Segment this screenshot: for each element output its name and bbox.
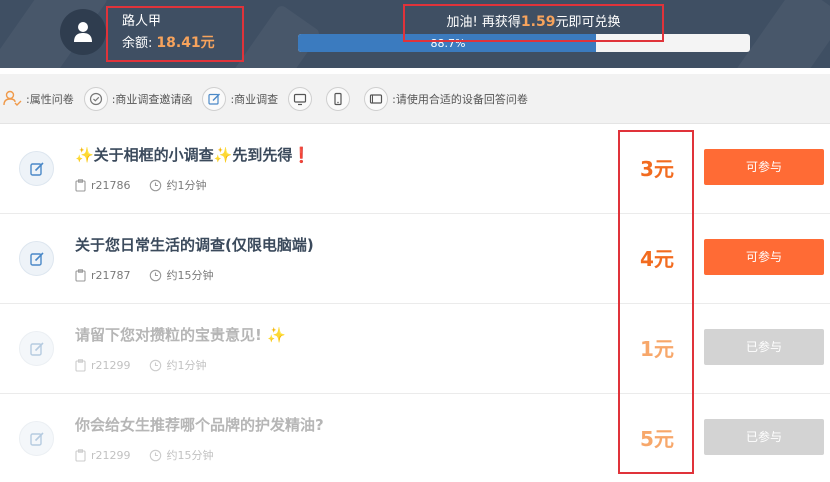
survey-row: 请留下您对攒粒的宝贵意见! ✨ r21299 约1分钟 1元 已参与 <box>0 304 830 394</box>
participate-button[interactable]: 可参与 <box>704 149 824 185</box>
clipboard-icon <box>75 178 86 192</box>
redeem-goal-message: 加油! 再获得1.59元即可兑换 <box>403 4 664 42</box>
clipboard-icon <box>75 268 86 282</box>
legend-business-invitation: :商业调查邀请函 <box>83 86 193 111</box>
legend-label: :商业调查邀请函 <box>111 92 193 106</box>
edit-icon <box>19 421 54 456</box>
survey-meta: r21299 约15分钟 <box>75 447 232 463</box>
survey-id: r21787 <box>75 269 131 282</box>
balance-label: 余额: <box>122 36 153 51</box>
legend-tablet: :请使用合适的设备回答问卷 <box>364 86 528 111</box>
survey-meta: r21786 约1分钟 <box>75 177 225 193</box>
clock-icon <box>149 359 161 371</box>
goal-suffix: 元即可兑换 <box>555 15 621 30</box>
participate-button[interactable]: 可参与 <box>704 239 824 275</box>
survey-duration: 约1分钟 <box>149 177 207 193</box>
clock-icon <box>149 269 161 281</box>
person-icon <box>3 90 22 106</box>
survey-reward: 3元 <box>640 157 674 181</box>
survey-reward: 1元 <box>640 337 674 361</box>
avatar[interactable] <box>60 9 106 55</box>
survey-id-text: r21299 <box>91 358 131 372</box>
survey-title[interactable]: 你会给女生推荐哪个品牌的护发精油? <box>75 414 324 435</box>
legend-label: :请使用合适的设备回答问卷 <box>392 92 528 106</box>
participated-button[interactable]: 已参与 <box>704 329 824 365</box>
survey-duration-text: 约15分钟 <box>166 269 214 282</box>
user-name: 路人甲 <box>122 14 162 29</box>
survey-row: 你会给女生推荐哪个品牌的护发精油? r21299 约15分钟 5元 已参与 <box>0 394 830 482</box>
user-info: 路人甲 余额: 18.41元 <box>106 6 244 62</box>
survey-id-text: r21299 <box>91 448 131 462</box>
goal-amount: 1.59 <box>520 14 556 30</box>
survey-id-text: r21787 <box>91 268 131 282</box>
survey-meta: r21299 约1分钟 <box>75 357 225 373</box>
survey-reward: 5元 <box>640 427 674 451</box>
tablet-icon <box>364 86 389 111</box>
survey-title[interactable]: 关于您日常生活的调查(仅限电脑端) <box>75 234 314 255</box>
survey-title[interactable]: 请留下您对攒粒的宝贵意见! ✨ <box>75 324 286 345</box>
edit-icon <box>19 331 54 366</box>
survey-type-legend: :属性问卷 :商业调查邀请函 :商业调查 :请使用合适的设备回答问卷 <box>0 74 830 124</box>
legend-attribute-survey: :属性问卷 <box>2 88 74 110</box>
legend-business-survey: :商业调查 <box>202 86 279 111</box>
survey-title[interactable]: ✨关于相框的小调查✨先到先得❗ <box>75 144 311 165</box>
survey-duration-text: 约15分钟 <box>166 449 214 462</box>
survey-id: r21299 <box>75 359 131 372</box>
balance-amount: 18.41元 <box>156 35 215 51</box>
balance: 余额: 18.41元 <box>122 32 242 55</box>
check-circle-icon <box>83 86 108 111</box>
header: 路人甲 余额: 18.41元 88.7% 加油! 再获得1.59元即可兑换 <box>0 0 830 68</box>
legend-mobile <box>326 86 356 111</box>
goal-prefix: 加油! 再获得 <box>446 15 521 30</box>
phone-icon <box>326 86 351 111</box>
participated-button[interactable]: 已参与 <box>704 419 824 455</box>
clock-icon <box>149 449 161 461</box>
clock-icon <box>149 179 161 191</box>
survey-duration: 约15分钟 <box>149 267 214 283</box>
monitor-icon <box>288 86 313 111</box>
edit-icon <box>19 151 54 186</box>
survey-duration: 约1分钟 <box>149 357 207 373</box>
survey-row: ✨关于相框的小调查✨先到先得❗ r21786 约1分钟 3元 可参与 <box>0 124 830 214</box>
clipboard-icon <box>75 448 86 462</box>
legend-desktop <box>288 86 318 111</box>
survey-duration-text: 约1分钟 <box>166 359 207 372</box>
survey-meta: r21787 约15分钟 <box>75 267 232 283</box>
survey-id-text: r21786 <box>91 178 131 192</box>
legend-label: :商业调查 <box>230 92 279 106</box>
edit-icon <box>19 241 54 276</box>
legend-label: :属性问卷 <box>26 92 74 106</box>
survey-id: r21299 <box>75 449 131 462</box>
survey-row: 关于您日常生活的调查(仅限电脑端) r21787 约15分钟 4元 可参与 <box>0 214 830 304</box>
survey-reward: 4元 <box>640 247 674 271</box>
edit-icon <box>202 86 227 111</box>
survey-duration: 约15分钟 <box>149 447 214 463</box>
user-icon <box>74 22 92 42</box>
survey-duration-text: 约1分钟 <box>166 179 207 192</box>
survey-id: r21786 <box>75 179 131 192</box>
clipboard-icon <box>75 358 86 372</box>
